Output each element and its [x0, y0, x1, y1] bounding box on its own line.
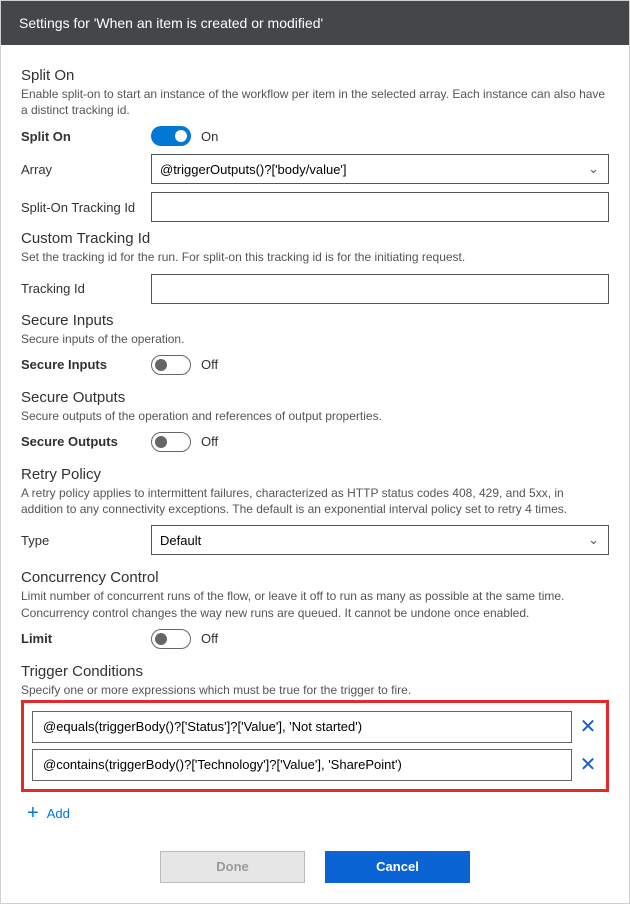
- close-icon[interactable]: ✕: [578, 714, 598, 739]
- secureoutputs-label: Secure Outputs: [21, 434, 151, 449]
- cancel-button[interactable]: Cancel: [325, 851, 470, 883]
- retry-type-select-wrap: ⌄: [151, 525, 609, 555]
- retry-type-row: Type ⌄: [21, 525, 609, 555]
- spliton-tracking-row: Split-On Tracking Id: [21, 192, 609, 222]
- retry-type-select[interactable]: [151, 525, 609, 555]
- retry-desc: A retry policy applies to intermittent f…: [21, 485, 609, 517]
- spliton-toggle-wrap: On: [151, 126, 218, 146]
- array-select[interactable]: [151, 154, 609, 184]
- add-condition-button[interactable]: + Add: [27, 802, 609, 825]
- secureinputs-toggle[interactable]: [151, 355, 191, 375]
- add-label: Add: [47, 806, 70, 821]
- spliton-tracking-input[interactable]: [151, 192, 609, 222]
- trackingid-label: Tracking Id: [21, 281, 151, 296]
- trackingid-input[interactable]: [151, 274, 609, 304]
- array-row: Array ⌄: [21, 154, 609, 184]
- spliton-tracking-label: Split-On Tracking Id: [21, 200, 151, 215]
- array-label: Array: [21, 162, 151, 177]
- secureinputs-toggle-wrap: Off: [151, 355, 218, 375]
- done-button[interactable]: Done: [160, 851, 305, 883]
- spliton-desc: Enable split-on to start an instance of …: [21, 86, 609, 118]
- concurrency-row: Limit Off: [21, 629, 609, 649]
- panel-title: Settings for 'When an item is created or…: [19, 15, 323, 31]
- close-icon[interactable]: ✕: [578, 752, 598, 777]
- footer: Done Cancel: [21, 851, 609, 883]
- customtracking-title: Custom Tracking Id: [21, 230, 609, 247]
- triggerconditions-title: Trigger Conditions: [21, 663, 609, 680]
- array-select-wrap: ⌄: [151, 154, 609, 184]
- spliton-state: On: [201, 129, 218, 144]
- secureinputs-title: Secure Inputs: [21, 312, 609, 329]
- concurrency-title: Concurrency Control: [21, 569, 609, 586]
- secureinputs-state: Off: [201, 357, 218, 372]
- panel-header: Settings for 'When an item is created or…: [1, 1, 629, 45]
- retry-type-label: Type: [21, 533, 151, 548]
- secureoutputs-row: Secure Outputs Off: [21, 432, 609, 452]
- concurrency-toggle[interactable]: [151, 629, 191, 649]
- secureoutputs-title: Secure Outputs: [21, 389, 609, 406]
- retry-title: Retry Policy: [21, 466, 609, 483]
- secureinputs-row: Secure Inputs Off: [21, 355, 609, 375]
- trigger-condition-row: ✕: [32, 749, 598, 781]
- trigger-condition-row: ✕: [32, 711, 598, 743]
- triggerconditions-desc: Specify one or more expressions which mu…: [21, 682, 609, 698]
- trigger-condition-input[interactable]: [32, 749, 572, 781]
- secureinputs-label: Secure Inputs: [21, 357, 151, 372]
- plus-icon: +: [27, 802, 39, 825]
- secureoutputs-desc: Secure outputs of the operation and refe…: [21, 408, 609, 424]
- customtracking-desc: Set the tracking id for the run. For spl…: [21, 249, 609, 265]
- trigger-condition-input[interactable]: [32, 711, 572, 743]
- concurrency-desc: Limit number of concurrent runs of the f…: [21, 588, 609, 620]
- spliton-label: Split On: [21, 129, 151, 144]
- concurrency-state: Off: [201, 631, 218, 646]
- trackingid-row: Tracking Id: [21, 274, 609, 304]
- spliton-row: Split On On: [21, 126, 609, 146]
- concurrency-label: Limit: [21, 631, 151, 646]
- spliton-title: Split On: [21, 67, 609, 84]
- secureoutputs-state: Off: [201, 434, 218, 449]
- panel-content: Split On Enable split-on to start an ins…: [1, 45, 629, 903]
- secureoutputs-toggle[interactable]: [151, 432, 191, 452]
- secureinputs-desc: Secure inputs of the operation.: [21, 331, 609, 347]
- concurrency-toggle-wrap: Off: [151, 629, 218, 649]
- settings-panel: Settings for 'When an item is created or…: [0, 0, 630, 904]
- triggerconditions-highlight: ✕ ✕: [21, 700, 609, 792]
- spliton-toggle[interactable]: [151, 126, 191, 146]
- secureoutputs-toggle-wrap: Off: [151, 432, 218, 452]
